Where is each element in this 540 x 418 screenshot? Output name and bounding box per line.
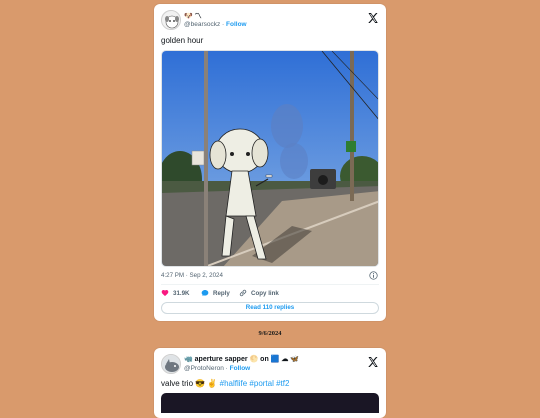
- display-name[interactable]: 🐶 〽: [184, 11, 202, 21]
- tweet-photo[interactable]: [161, 393, 379, 413]
- copy-link-button[interactable]: Copy link: [239, 289, 279, 297]
- user-handle-line: @ProtoNeron · Follow: [184, 365, 250, 372]
- tweet-text-prefix: valve trio 😎 ✌: [161, 379, 218, 388]
- hashtags[interactable]: #halflife #portal #tf2: [220, 379, 290, 388]
- follow-button[interactable]: Follow: [226, 21, 247, 28]
- tweet-text: valve trio 😎 ✌ #halflife #portal #tf2: [161, 379, 289, 388]
- copy-link-label: Copy link: [251, 289, 279, 297]
- reply-bubble-icon: [201, 290, 209, 296]
- tweet-text: golden hour: [161, 36, 204, 45]
- like-button[interactable]: 31.9K: [161, 289, 190, 297]
- tweet-photo[interactable]: [161, 50, 379, 267]
- read-replies-button[interactable]: Read 110 replies: [161, 302, 379, 314]
- photo-illustration: [162, 51, 378, 266]
- reply-label: Reply: [213, 289, 230, 297]
- tweet-header: 🐶 〽 @bearsockz · Follow: [161, 10, 379, 32]
- x-logo-icon[interactable]: [367, 12, 379, 24]
- tweet-header: 🦏 aperture sapper 🌕 on 🟦 ☁ 🦋 @ProtoNeron…: [161, 354, 379, 376]
- info-icon[interactable]: [369, 271, 378, 280]
- heart-icon: [161, 290, 169, 296]
- tweet-timestamp[interactable]: 4:27 PM · Sep 2, 2024: [161, 272, 223, 279]
- x-logo-icon[interactable]: [367, 356, 379, 368]
- user-handle[interactable]: @bearsockz: [184, 21, 220, 28]
- display-name[interactable]: 🦏 aperture sapper 🌕 on 🟦 ☁ 🦋: [184, 355, 299, 363]
- follow-button[interactable]: Follow: [230, 365, 251, 372]
- tweet-card: 🐶 〽 @bearsockz · Follow golden hour 4:27…: [154, 4, 386, 321]
- divider: [161, 284, 379, 285]
- user-handle[interactable]: @ProtoNeron: [184, 365, 224, 372]
- link-icon: [239, 289, 247, 297]
- user-handle-line: @bearsockz · Follow: [184, 21, 247, 28]
- like-count: 31.9K: [173, 289, 190, 297]
- tweet-card: 🦏 aperture sapper 🌕 on 🟦 ☁ 🦋 @ProtoNeron…: [154, 348, 386, 418]
- avatar[interactable]: [161, 354, 181, 374]
- reply-button[interactable]: Reply: [201, 289, 230, 297]
- date-caption: 9/6/2024: [258, 330, 282, 337]
- avatar[interactable]: [161, 10, 181, 30]
